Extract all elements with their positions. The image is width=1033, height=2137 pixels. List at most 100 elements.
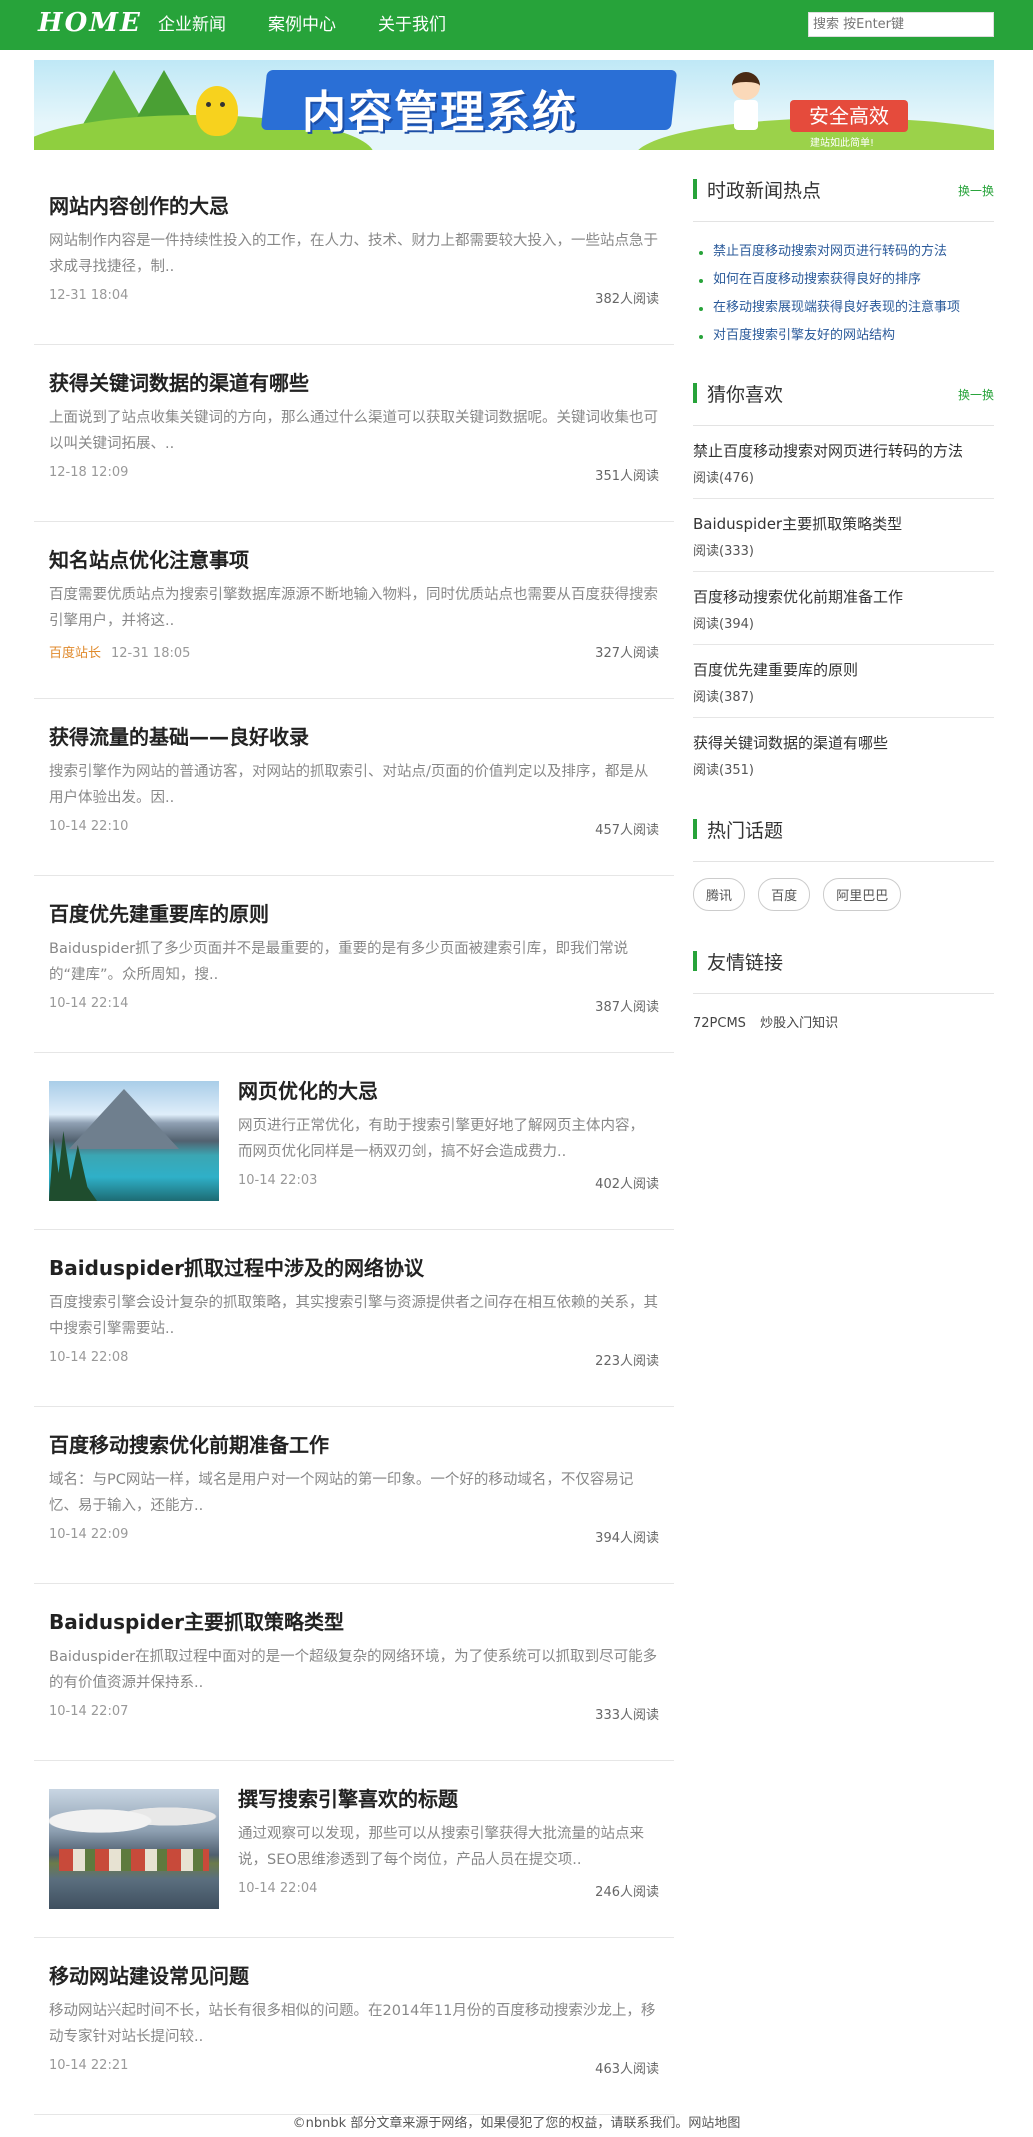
guess-item-count: 阅读(394) (693, 617, 754, 632)
article-date: 10-14 22:04 (238, 1881, 318, 1896)
article-item[interactable]: 百度优先建重要库的原则 Baiduspider抓了多少页面并不是最重要的，重要的… (34, 876, 674, 1053)
article-views: 327人阅读 (595, 646, 659, 661)
article-date: 10-14 22:03 (238, 1173, 318, 1188)
site-logo[interactable]: HOME (38, 8, 142, 38)
article-date: 12-18 12:09 (49, 465, 129, 480)
guess-item-title[interactable]: Baiduspider主要抓取策略类型 (693, 513, 994, 534)
banner-title: 内容管理系统 (302, 87, 578, 138)
article-title[interactable]: 网站内容创作的大忌 (49, 190, 229, 219)
hot-news-item[interactable]: 对百度搜索引擎友好的网站结构 (693, 322, 994, 350)
article-list: 网站内容创作的大忌 网站制作内容是一件持续性投入的工作，在人力、技术、财力上都需… (34, 168, 674, 2115)
friend-links: 72PCMS 炒股入门知识 (693, 994, 994, 1031)
article-views: 382人阅读 (595, 292, 659, 307)
hot-news-item[interactable]: 禁止百度移动搜索对网页进行转码的方法 (693, 238, 994, 266)
guess-item-title[interactable]: 禁止百度移动搜索对网页进行转码的方法 (693, 440, 994, 461)
hot-news-item[interactable]: 如何在百度移动搜索获得良好的排序 (693, 266, 994, 294)
guess-item[interactable]: 获得关键词数据的渠道有哪些阅读(351) (693, 718, 994, 808)
guess-item-count: 阅读(476) (693, 471, 754, 486)
guess-item-title[interactable]: 百度移动搜索优化前期准备工作 (693, 586, 994, 607)
article-summary: 网页进行正常优化，有助于搜索引擎更好地了解网页主体内容，而网页优化同样是一柄双刃… (238, 1118, 644, 1160)
article-date: 10-14 22:21 (49, 2058, 129, 2073)
article-meta: 百度站长 12-31 18:05 (49, 642, 190, 661)
article-item[interactable]: 知名站点优化注意事项 百度需要优质站点为搜索引擎数据库源源不断地输入物料，同时优… (34, 522, 674, 699)
article-source[interactable]: 百度站长 (49, 646, 101, 661)
article-item[interactable]: 撰写搜索引擎喜欢的标题 通过观察可以发现，那些可以从搜索引擎获得大批流量的站点来… (34, 1761, 674, 1938)
article-item[interactable]: 网站内容创作的大忌 网站制作内容是一件持续性投入的工作，在人力、技术、财力上都需… (34, 168, 674, 345)
article-title[interactable]: Baiduspider主要抓取策略类型 (49, 1606, 344, 1635)
guess-item[interactable]: 百度优先建重要库的原则阅读(387) (693, 645, 994, 718)
article-title[interactable]: 百度移动搜索优化前期准备工作 (49, 1429, 329, 1458)
section-title: 友情链接 (707, 952, 784, 974)
article-summary: Baiduspider在抓取过程中面对的是一个超级复杂的网络环境，为了使系统可以… (49, 1649, 658, 1691)
article-summary: 移动网站兴起时间不长，站长有很多相似的问题。在2014年11月份的百度移动搜索沙… (49, 2003, 656, 2045)
footer: ©nbnbk 部分文章来源于网络，如果侵犯了您的权益，请联系我们。网站地图 (292, 2116, 741, 2131)
article-item[interactable]: Baiduspider主要抓取策略类型 Baiduspider在抓取过程中面对的… (34, 1584, 674, 1761)
article-summary: 域名：与PC网站一样，域名是用户对一个网站的第一印象。一个好的移动域名，不仅容易… (49, 1472, 634, 1514)
article-date: 12-31 18:04 (49, 288, 129, 303)
article-title[interactable]: Baiduspider抓取过程中涉及的网络协议 (49, 1252, 424, 1281)
guess-item-count: 阅读(387) (693, 690, 754, 705)
article-thumbnail-harbor[interactable] (49, 1789, 219, 1909)
nav-item-cases[interactable]: 案例中心 (268, 0, 336, 50)
refresh-link[interactable]: 换一换 (958, 386, 994, 403)
article-thumbnail-lake[interactable] (49, 1081, 219, 1201)
search-input[interactable] (808, 12, 994, 37)
article-summary: 搜索引擎作为网站的普通访客，对网站的抓取索引、对站点/页面的价值判定以及排序，都… (49, 764, 649, 806)
article-views: 351人阅读 (595, 469, 659, 484)
section-title: 时政新闻热点 (707, 180, 822, 202)
girl-illustration (726, 72, 766, 138)
topic-tag[interactable]: 阿里巴巴 (823, 878, 902, 911)
article-views: 457人阅读 (595, 823, 659, 838)
banner-badge: 安全高效 (790, 100, 908, 132)
article-views: 402人阅读 (595, 1177, 659, 1192)
article-summary: 通过观察可以发现，那些可以从搜索引擎获得大批流量的站点来说，SEO思维渗透到了每… (238, 1826, 644, 1868)
article-summary: 上面说到了站点收集关键词的方向，那么通过什么渠道可以获取关键词数据呢。关键词收集… (49, 410, 658, 452)
section-marker (693, 179, 697, 199)
guess-item[interactable]: 百度移动搜索优化前期准备工作阅读(394) (693, 572, 994, 645)
article-title[interactable]: 获得流量的基础——良好收录 (49, 721, 309, 750)
guess-item[interactable]: Baiduspider主要抓取策略类型阅读(333) (693, 499, 994, 572)
article-date: 10-14 22:09 (49, 1527, 129, 1542)
article-item[interactable]: 移动网站建设常见问题 移动网站兴起时间不长，站长有很多相似的问题。在2014年1… (34, 1938, 674, 2115)
nav-item-news[interactable]: 企业新闻 (158, 0, 226, 50)
article-item[interactable]: Baiduspider抓取过程中涉及的网络协议 百度搜索引擎会设计复杂的抓取策略… (34, 1230, 674, 1407)
topic-tag[interactable]: 腾讯 (693, 878, 746, 911)
friend-link[interactable]: 72PCMS (693, 1016, 746, 1031)
article-item[interactable]: 获得流量的基础——良好收录 搜索引擎作为网站的普通访客，对网站的抓取索引、对站点… (34, 699, 674, 876)
article-summary: 百度需要优质站点为搜索引擎数据库源源不断地输入物料，同时优质站点也需要从百度获得… (49, 587, 658, 629)
topic-tags: 腾讯 百度 阿里巴巴 (693, 862, 994, 940)
article-title[interactable]: 获得关键词数据的渠道有哪些 (49, 367, 309, 396)
section-marker (693, 383, 697, 403)
nav-item-about[interactable]: 关于我们 (378, 0, 446, 50)
top-nav-bar: HOME 企业新闻 案例中心 关于我们 (0, 0, 1033, 50)
hot-news-item[interactable]: 在移动搜索展现端获得良好表现的注意事项 (693, 294, 994, 322)
guess-item-title[interactable]: 百度优先建重要库的原则 (693, 659, 994, 680)
links-header: 友情链接 (693, 940, 994, 994)
article-title[interactable]: 知名站点优化注意事项 (49, 544, 249, 573)
article-title[interactable]: 撰写搜索引擎喜欢的标题 (238, 1783, 458, 1812)
article-summary: 网站制作内容是一件持续性投入的工作，在人力、技术、财力上都需要较大投入，一些站点… (49, 233, 658, 275)
article-item[interactable]: 获得关键词数据的渠道有哪些 上面说到了站点收集关键词的方向，那么通过什么渠道可以… (34, 345, 674, 522)
chick-illustration (196, 86, 238, 136)
topics-header: 热门话题 (693, 808, 994, 862)
article-item[interactable]: 网页优化的大忌 网页进行正常优化，有助于搜索引擎更好地了解网页主体内容，而网页优… (34, 1053, 674, 1230)
article-views: 394人阅读 (595, 1531, 659, 1546)
article-date: 12-31 18:05 (111, 646, 191, 661)
guess-item-title[interactable]: 获得关键词数据的渠道有哪些 (693, 732, 994, 753)
banner-tagline: 建站如此简单! (810, 138, 875, 149)
section-title: 热门话题 (707, 820, 784, 842)
article-views: 463人阅读 (595, 2062, 659, 2077)
guess-header: 猜你喜欢 换一换 (693, 372, 994, 426)
article-title[interactable]: 移动网站建设常见问题 (49, 1960, 249, 1989)
guess-item-count: 阅读(333) (693, 544, 754, 559)
guess-item[interactable]: 禁止百度移动搜索对网页进行转码的方法阅读(476) (693, 426, 994, 499)
refresh-link[interactable]: 换一换 (958, 182, 994, 199)
topic-tag[interactable]: 百度 (758, 878, 811, 911)
article-title[interactable]: 网页优化的大忌 (238, 1075, 378, 1104)
friend-link[interactable]: 炒股入门知识 (760, 1016, 838, 1031)
article-item[interactable]: 百度移动搜索优化前期准备工作 域名：与PC网站一样，域名是用户对一个网站的第一印… (34, 1407, 674, 1584)
guess-item-count: 阅读(351) (693, 763, 754, 778)
article-date: 10-14 22:07 (49, 1704, 129, 1719)
article-title[interactable]: 百度优先建重要库的原则 (49, 898, 269, 927)
banner[interactable]: 内容管理系统 安全高效 建站如此简单! (34, 60, 994, 150)
